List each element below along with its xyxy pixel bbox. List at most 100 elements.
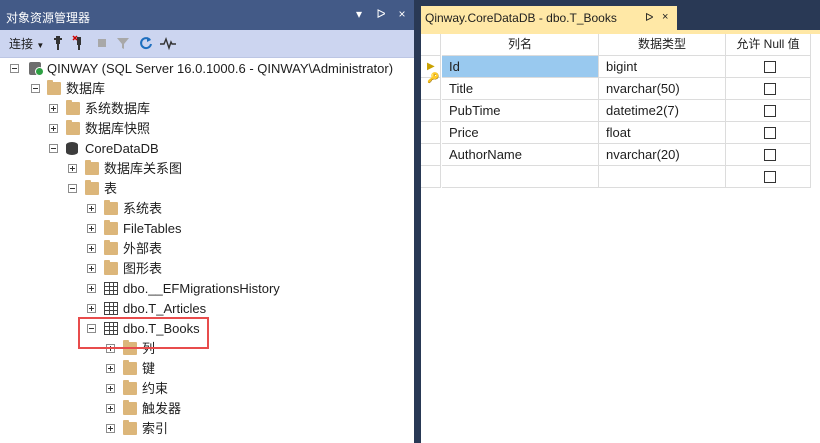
pin-icon[interactable]: ᐅ	[374, 7, 388, 21]
collapse-icon[interactable]	[10, 64, 19, 73]
database-icon	[66, 142, 78, 155]
allow-null-checkbox[interactable]	[764, 105, 776, 117]
cell-allow-null[interactable]	[726, 144, 811, 166]
expand-icon[interactable]	[87, 284, 96, 293]
cell-column-name[interactable]: Title	[442, 78, 599, 100]
tab-t-books-design[interactable]: Qinway.CoreDataDB - dbo.T_Books ᐅ ×	[421, 6, 677, 30]
tree-node-label: 索引	[142, 421, 169, 436]
expand-icon[interactable]	[68, 164, 77, 173]
collapse-icon[interactable]	[31, 84, 40, 93]
filter-icon[interactable]	[116, 35, 130, 53]
tree-node-graph-tables[interactable]: 图形表	[0, 259, 414, 279]
allow-null-checkbox[interactable]	[764, 149, 776, 161]
tree-node-system-tables[interactable]: 系统表	[0, 199, 414, 219]
cell-allow-null[interactable]	[726, 166, 811, 188]
tree-node-database-diagrams[interactable]: 数据库关系图	[0, 159, 414, 179]
cell-allow-null[interactable]	[726, 56, 811, 78]
row-selector[interactable]	[421, 78, 441, 100]
cell-column-name[interactable]	[442, 166, 599, 188]
cell-column-name[interactable]: PubTime	[442, 100, 599, 122]
folder-icon	[123, 360, 137, 375]
folder-icon	[66, 100, 80, 115]
close-icon[interactable]: ×	[395, 7, 409, 21]
cell-data-type[interactable]: datetime2(7)	[599, 100, 726, 122]
row-selector[interactable]	[421, 144, 441, 166]
cell-allow-null[interactable]	[726, 78, 811, 100]
cell-column-name[interactable]: AuthorName	[442, 144, 599, 166]
table-icon	[104, 282, 118, 295]
tree-node-database-snapshots[interactable]: 数据库快照	[0, 119, 414, 139]
tree-node-tables[interactable]: 表	[0, 179, 414, 199]
tree-node-efmigrationshistory[interactable]: dbo.__EFMigrationsHistory	[0, 279, 414, 299]
tree-node-triggers[interactable]: 触发器	[0, 399, 414, 419]
tree-node-server[interactable]: QINWAY (SQL Server 16.0.1000.6 - QINWAY\…	[0, 59, 414, 79]
column-header-type[interactable]: 数据类型	[599, 34, 726, 56]
refresh-icon[interactable]	[139, 35, 153, 53]
tree-node-external-tables[interactable]: 外部表	[0, 239, 414, 259]
allow-null-checkbox[interactable]	[764, 61, 776, 73]
expand-icon[interactable]	[106, 384, 115, 393]
tree-node-system-databases[interactable]: 系统数据库	[0, 99, 414, 119]
object-explorer-tree: QINWAY (SQL Server 16.0.1000.6 - QINWAY\…	[0, 59, 414, 443]
pin-icon[interactable]: ᐅ	[645, 11, 653, 24]
row-selector[interactable]	[421, 122, 441, 144]
row-selector[interactable]: ▶🔑	[421, 56, 441, 84]
cell-data-type[interactable]	[599, 166, 726, 188]
cell-data-type[interactable]: bigint	[599, 56, 726, 78]
collapse-icon[interactable]	[49, 144, 58, 153]
expand-icon[interactable]	[106, 404, 115, 413]
tree-node-t-articles[interactable]: dbo.T_Articles	[0, 299, 414, 319]
tree-node-keys[interactable]: 键	[0, 359, 414, 379]
allow-null-checkbox[interactable]	[764, 171, 776, 183]
tree-node-constraints[interactable]: 约束	[0, 379, 414, 399]
tree-node-databases[interactable]: 数据库	[0, 79, 414, 99]
expand-icon[interactable]	[106, 424, 115, 433]
tree-node-label: dbo.__EFMigrationsHistory	[123, 281, 280, 296]
cell-data-type[interactable]: nvarchar(50)	[599, 78, 726, 100]
column-header-allow-null[interactable]: 允许 Null 值	[726, 34, 811, 56]
expand-icon[interactable]	[49, 124, 58, 133]
connect-object-explorer-icon[interactable]	[52, 35, 64, 53]
folder-icon	[123, 400, 137, 415]
tree-node-label: 系统表	[123, 201, 163, 216]
allow-null-checkbox[interactable]	[764, 83, 776, 95]
connect-button[interactable]: 连接 ▼	[9, 35, 44, 53]
row-selector[interactable]	[421, 166, 441, 188]
folder-icon	[104, 220, 118, 235]
table-designer-pane: Qinway.CoreDataDB - dbo.T_Books ᐅ × 列名 数…	[421, 0, 820, 443]
tree-node-coredatadb[interactable]: CoreDataDB	[0, 139, 414, 159]
tree-node-filetables[interactable]: FileTables	[0, 219, 414, 239]
cell-column-name[interactable]: Id	[442, 56, 599, 78]
folder-icon	[123, 380, 137, 395]
expand-icon[interactable]	[87, 264, 96, 273]
highlight-box	[78, 317, 209, 349]
cell-column-name[interactable]: Price	[442, 122, 599, 144]
expand-icon[interactable]	[87, 204, 96, 213]
disconnect-icon[interactable]	[72, 35, 86, 53]
cell-allow-null[interactable]	[726, 122, 811, 144]
allow-null-checkbox[interactable]	[764, 127, 776, 139]
object-explorer-title-bar: 对象资源管理器 ▾ ᐅ ×	[0, 0, 414, 30]
activity-monitor-icon[interactable]	[160, 35, 176, 53]
stop-icon[interactable]	[96, 35, 108, 53]
cell-allow-null[interactable]	[726, 100, 811, 122]
expand-icon[interactable]	[87, 224, 96, 233]
close-icon[interactable]: ×	[662, 11, 668, 23]
expand-icon[interactable]	[87, 244, 96, 253]
folder-icon	[85, 180, 99, 195]
cell-data-type[interactable]: nvarchar(20)	[599, 144, 726, 166]
expand-icon[interactable]	[49, 104, 58, 113]
expand-icon[interactable]	[87, 304, 96, 313]
tree-node-indexes[interactable]: 索引	[0, 419, 414, 439]
row-selector[interactable]	[421, 100, 441, 122]
cell-data-type[interactable]: float	[599, 122, 726, 144]
collapse-icon[interactable]	[68, 184, 77, 193]
expand-icon[interactable]	[106, 364, 115, 373]
window-position-dropdown-icon[interactable]: ▾	[352, 7, 366, 21]
primary-key-icon: ▶🔑	[427, 61, 440, 84]
chevron-down-icon: ▼	[36, 41, 45, 50]
column-definition-grid: 列名 数据类型 允许 Null 值 ▶🔑 Id bigint Title nva…	[421, 30, 820, 443]
folder-icon	[104, 240, 118, 255]
column-header-name[interactable]: 列名	[442, 34, 599, 56]
folder-icon	[104, 260, 118, 275]
